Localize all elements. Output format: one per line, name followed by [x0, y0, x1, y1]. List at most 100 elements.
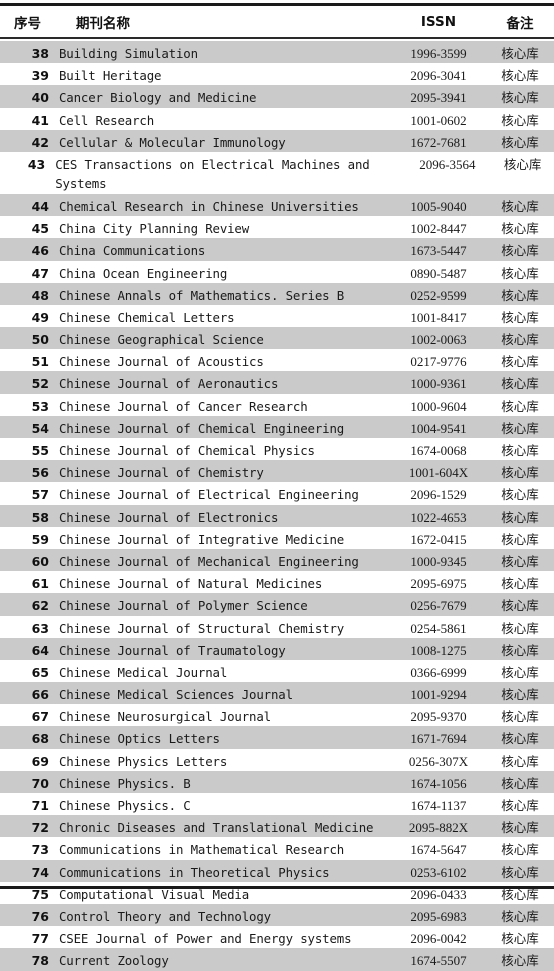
- cell-issn: 2095-3941: [410, 90, 467, 106]
- table-row[interactable]: 58 Chinese Journal of Electronics 1022-465…: [0, 504, 554, 527]
- table-row[interactable]: 47 China Ocean Engineering 0890-5487 核心库: [0, 260, 554, 283]
- table-row[interactable]: 77 CSEE Journal of Power and Energy syste…: [0, 926, 554, 949]
- cell-remarks: 核心库: [501, 576, 539, 592]
- table-row[interactable]: 56 Chinese Journal of Chemistry 1001-604X 核…: [0, 460, 554, 483]
- cell-issn: 1001-0602: [410, 112, 467, 128]
- table-row[interactable]: 44 Chemical Research in Chinese Universit…: [0, 193, 554, 217]
- cell-issn: 1996-3599: [410, 46, 467, 61]
- table-row[interactable]: 78 Current Zoology 1674-5507 核心库: [0, 948, 554, 971]
- cell-issn: 2096-3564: [419, 156, 476, 172]
- cell-issn: 1002-0063: [410, 332, 467, 348]
- cell-remarks: 核心库: [501, 287, 539, 303]
- table-row[interactable]: 60 Chinese Journal of Mechanical Engineer…: [0, 548, 554, 572]
- cell-journal-name: Chinese Journal of Electrical Engineerin…: [59, 487, 359, 503]
- cell-remarks: 核心库: [501, 420, 539, 436]
- cell-sequence: 66: [31, 687, 49, 703]
- cell-journal-name: CES Transactions on Electrical Machines …: [55, 156, 370, 191]
- cell-remarks: 核心库: [501, 687, 539, 703]
- cell-journal-name: China City Planning Review: [59, 221, 250, 237]
- cell-issn: 0254-5861: [410, 620, 467, 636]
- cell-issn: 0253-6102: [410, 864, 467, 880]
- cell-remarks: 核心库: [501, 731, 539, 747]
- cell-remarks: 核心库: [503, 156, 542, 172]
- table-row[interactable]: 51 Chinese Journal of Acoustics 0217-9776 核…: [0, 349, 554, 372]
- table-row[interactable]: 46 China Communications 1673-5447 核心库: [0, 238, 554, 261]
- cell-sequence: 43: [27, 156, 46, 172]
- table-row[interactable]: 63 Chinese Journal of Structural Chemistr…: [0, 615, 554, 638]
- cell-journal-name: Chinese Journal of Structural Chemistry: [59, 620, 345, 636]
- cell-sequence: 48: [31, 287, 49, 303]
- table-row[interactable]: 53 Chinese Journal of Cancer Research 1000…: [0, 393, 554, 416]
- cell-sequence: 59: [31, 531, 49, 547]
- table-row[interactable]: 71 Chinese Physics. C 1674-1137 核心库: [0, 793, 554, 816]
- cell-remarks: 核心库: [501, 443, 539, 458]
- cell-sequence: 49: [31, 309, 49, 325]
- table-row[interactable]: 39 Built Heritage 2096-3041 核心库: [0, 63, 554, 86]
- cell-remarks: 核心库: [501, 753, 539, 769]
- table-row[interactable]: 55 Chinese Journal of Chemical Physics 167…: [0, 438, 554, 461]
- table-row[interactable]: 74 Communications in Theoretical Physics 0…: [0, 859, 554, 882]
- cell-journal-name: China Ocean Engineering: [59, 265, 228, 281]
- table-row[interactable]: 42 Cellular & Molecular Immunology 1672-76…: [0, 129, 554, 152]
- cell-journal-name: Built Heritage: [59, 68, 162, 84]
- cell-journal-name: Chinese Journal of Polymer Science: [59, 598, 308, 614]
- cell-sequence: 38: [31, 46, 49, 61]
- table-row[interactable]: 69 Chinese Physics Letters 0256-307X 核心库: [0, 748, 554, 771]
- table-row[interactable]: 72 Chronic Diseases and Translational Med…: [0, 815, 554, 838]
- table-row[interactable]: 45 China City Planning Review 1002-8447 核心库: [0, 216, 554, 239]
- table-row[interactable]: 41 Cell Research 1001-0602 核心库: [0, 107, 554, 130]
- table-row[interactable]: 59 Chinese Journal of Integrative Medicin…: [0, 526, 554, 549]
- cell-sequence: 61: [31, 576, 49, 592]
- table-row[interactable]: 67 Chinese Neurosurgical Journal 2095-9370…: [0, 704, 554, 727]
- table-row[interactable]: 61 Chinese Journal of Natural Medicines 20…: [0, 571, 554, 594]
- cell-remarks: 核心库: [501, 309, 539, 325]
- cell-journal-name: Cellular & Molecular Immunology: [59, 134, 286, 150]
- cell-sequence: 64: [31, 642, 49, 658]
- cell-sequence: 46: [31, 243, 49, 259]
- cell-remarks: 核心库: [501, 842, 539, 858]
- table-row[interactable]: 62 Chinese Journal of Polymer Science 0256…: [0, 593, 554, 616]
- table-body: 38 Building Simulation 1996-3599 核心库 39 Built…: [0, 41, 554, 971]
- table-row[interactable]: 70 Chinese Physics. B 1674-1056 核心库: [0, 770, 554, 793]
- cell-issn: 0890-5487: [410, 265, 467, 281]
- cell-remarks: 核心库: [501, 620, 539, 636]
- table-row[interactable]: 50 Chinese Geographical Science 1002-0063 核…: [0, 327, 554, 350]
- table-row[interactable]: 73 Communications in Mathematical Researc…: [0, 837, 554, 860]
- table-row[interactable]: 57 Chinese Journal of Electrical Engineer…: [0, 482, 554, 505]
- cell-sequence: 52: [31, 376, 49, 392]
- table-row[interactable]: 65 Chinese Medical Journal 0366-6999 核心库: [0, 659, 554, 683]
- cell-remarks: 核心库: [501, 820, 539, 836]
- cell-journal-name: Chinese Journal of Cancer Research: [59, 398, 308, 414]
- cell-journal-name: Chemical Research in Chinese Universitie…: [59, 198, 359, 214]
- cell-issn: 2096-0042: [410, 931, 467, 947]
- cell-issn: 1674-5647: [410, 842, 467, 858]
- cell-issn: 0256-307X: [408, 753, 469, 769]
- table-row[interactable]: 48 Chinese Annals of Mathematics. Series …: [0, 282, 554, 305]
- table-row[interactable]: 43 CES Transactions on Electrical Machine…: [0, 151, 554, 194]
- table-row[interactable]: 40 Cancer Biology and Medicine 2095-3941 核心…: [0, 85, 554, 108]
- cell-sequence: 40: [31, 90, 49, 106]
- table-row[interactable]: 66 Chinese Medical Sciences Journal 1001-9…: [0, 682, 554, 705]
- table-row[interactable]: 52 Chinese Journal of Aeronautics 1000-936…: [0, 371, 554, 394]
- cell-remarks: 核心库: [501, 90, 539, 106]
- cell-issn: 0256-7679: [410, 598, 467, 614]
- table-bottom-rule: [0, 886, 554, 889]
- cell-sequence: 70: [31, 775, 49, 791]
- table-row[interactable]: 68 Chinese Optics Letters 1671-7694 核心库: [0, 726, 554, 749]
- cell-remarks: 核心库: [501, 68, 539, 84]
- table-row[interactable]: 49 Chinese Chemical Letters 1001-8417 核心库: [0, 304, 554, 328]
- cell-journal-name: Chinese Physics. B: [59, 775, 191, 791]
- cell-remarks: 核心库: [501, 509, 539, 525]
- cell-remarks: 核心库: [501, 931, 539, 947]
- cell-remarks: 核心库: [501, 465, 539, 481]
- table-row[interactable]: 38 Building Simulation 1996-3599 核心库: [0, 41, 554, 64]
- cell-sequence: 67: [31, 709, 49, 725]
- cell-sequence: 65: [31, 664, 49, 680]
- cell-issn: 1005-9040: [410, 198, 467, 214]
- table-row[interactable]: 76 Control Theory and Technology 2095-6983…: [0, 903, 554, 927]
- cell-issn: 2096-1529: [410, 487, 467, 503]
- cell-journal-name: Communications in Theoretical Physics: [59, 864, 330, 880]
- table-row[interactable]: 64 Chinese Journal of Traumatology 1008-12…: [0, 637, 554, 660]
- table-row[interactable]: 54 Chinese Journal of Chemical Engineerin…: [0, 415, 554, 438]
- cell-issn: 1674-1137: [410, 798, 467, 813]
